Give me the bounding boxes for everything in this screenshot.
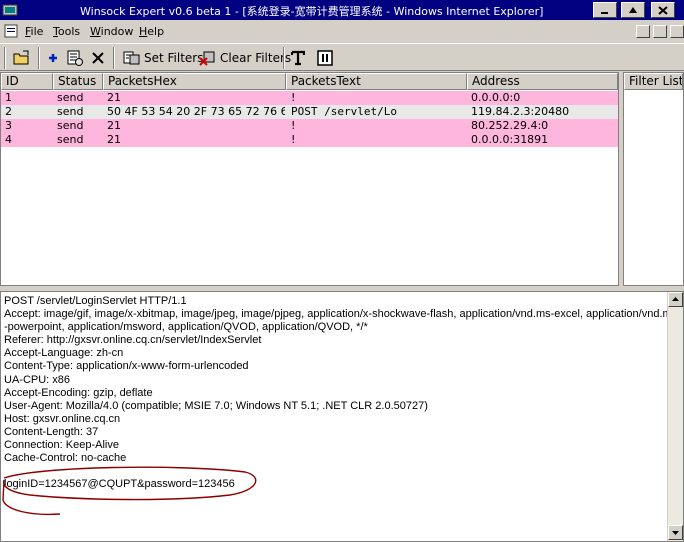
cell-status: send	[57, 133, 84, 146]
menu-help[interactable]: Help	[139, 25, 164, 38]
cell-text: !	[291, 91, 296, 104]
packet-text-line: Cache-Control: no-cache	[4, 452, 127, 465]
window-title: Winsock Expert v0.6 beta 1 - [系统登录-宽带计费管…	[80, 5, 544, 18]
cell-status: send	[57, 91, 84, 104]
cell-hex: 21	[107, 119, 121, 132]
minimize-button[interactable]	[593, 2, 617, 18]
packet-text-line: UA-CPU: x86	[4, 373, 71, 386]
toolbar-grip	[4, 47, 6, 69]
plus-icon	[49, 54, 57, 62]
cell-hex: 50 4F 53 54 20 2F 73 65 72 76 6...	[107, 105, 285, 118]
delete-button[interactable]	[91, 47, 105, 69]
arrow-down-icon	[672, 531, 679, 535]
packet-text-line: Accept-Language: zh-cn	[4, 347, 124, 360]
cell-address: 119.84.2.3:20480	[471, 105, 570, 118]
pause-button[interactable]	[317, 47, 333, 69]
child-minimize-button[interactable]	[636, 25, 650, 38]
set-filters-button[interactable]: Set Filters	[123, 47, 204, 69]
menu-tools[interactable]: Tools	[53, 25, 80, 38]
maximize-button[interactable]	[621, 2, 645, 18]
close-button[interactable]	[651, 2, 675, 18]
toolbar-separator	[38, 47, 40, 69]
packet-text-line	[4, 465, 664, 478]
table-row[interactable]: 1 send 21! 0.0.0.0:0	[1, 91, 618, 105]
open-button[interactable]	[13, 47, 31, 69]
arrow-up-icon	[672, 297, 679, 301]
cell-id: 1	[5, 91, 12, 104]
column-header-filter-list[interactable]: Filter List	[624, 73, 683, 90]
cell-address: 80.252.29.4:0	[471, 119, 549, 132]
cell-address: 0.0.0.0:0	[471, 91, 521, 104]
filter-list-panel[interactable]: Filter List	[623, 72, 684, 286]
column-header-status[interactable]: Status	[53, 73, 103, 90]
cell-hex: 21	[107, 91, 121, 104]
cell-text: !	[291, 119, 296, 132]
set-filters-icon	[123, 51, 140, 65]
packet-text-line: Content-Type: application/x-www-form-url…	[4, 360, 249, 373]
vertical-scrollbar[interactable]	[667, 292, 683, 541]
packet-text-line: loginID=1234567@CQUPT&password=123456	[4, 478, 235, 491]
cell-status: send	[57, 119, 84, 132]
scroll-down-button[interactable]	[668, 525, 683, 540]
packet-text-line: Accept-Encoding: gzip, deflate	[4, 386, 153, 399]
scroll-up-button[interactable]	[668, 292, 683, 307]
packet-text-line: -powerpoint, application/msword, applica…	[4, 321, 368, 334]
menu-window[interactable]: Window	[90, 25, 133, 38]
title-bar[interactable]: Winsock Expert v0.6 beta 1 - [系统登录-宽带计费管…	[0, 0, 684, 20]
clear-filters-label: Clear Filters	[220, 51, 292, 65]
clear-filters-button[interactable]: Clear Filters	[199, 47, 291, 69]
attach-process-button[interactable]	[66, 47, 84, 69]
toolbar-separator	[113, 47, 115, 69]
toolbar-separator	[283, 47, 285, 69]
column-header-address[interactable]: Address	[467, 73, 618, 90]
pause-icon	[317, 50, 333, 66]
add-button[interactable]	[47, 47, 59, 69]
packet-text-line: Host: gxsvr.online.cq.cn	[4, 412, 121, 425]
set-filters-label: Set Filters	[144, 51, 204, 65]
cell-hex: 21	[107, 133, 121, 146]
toolbar: Set Filters Clear Filters	[0, 43, 684, 71]
delete-x-icon	[92, 52, 104, 64]
child-restore-button[interactable]	[653, 25, 667, 38]
table-row[interactable]: 2 send 50 4F 53 54 20 2F 73 65 72 76 6... P…	[1, 105, 618, 119]
process-list-icon	[67, 50, 83, 66]
app-icon	[2, 4, 18, 16]
column-header-id[interactable]: ID	[1, 73, 53, 90]
cell-id: 2	[5, 105, 12, 118]
packet-text-line: Referer: http://gxsvr.online.cq.cn/servl…	[4, 334, 262, 347]
menu-file[interactable]: File	[25, 25, 43, 38]
close-icon	[658, 5, 668, 15]
cell-id: 4	[5, 133, 12, 146]
packet-text-line: POST /servlet/LoginServlet HTTP/1.1	[4, 295, 187, 307]
winsock-expert-window: Winsock Expert v0.6 beta 1 - [系统登录-宽带计费管…	[0, 0, 684, 542]
packet-text-line: Content-Length: 37	[4, 425, 99, 438]
cell-address: 0.0.0.0:31891	[471, 133, 549, 146]
document-icon	[4, 24, 18, 38]
packet-text-view[interactable]: POST /servlet/LoginServlet HTTP/1.1 Accep…	[0, 291, 684, 542]
menu-bar: File Tools Window Help	[0, 21, 684, 42]
child-close-button[interactable]	[670, 25, 684, 38]
minimize-icon	[601, 12, 608, 14]
cell-status: send	[57, 105, 84, 118]
packet-text-line: Connection: Keep-Alive	[4, 439, 119, 452]
maximize-icon	[629, 6, 637, 13]
text-view-button[interactable]	[291, 47, 305, 69]
column-header-packets-hex[interactable]: PacketsHex	[103, 73, 286, 90]
cell-text: POST /servlet/Lo	[291, 105, 397, 118]
table-row[interactable]: 4 send 21! 0.0.0.0:31891	[1, 133, 618, 147]
packet-text-line: Accept: image/gif, image/x-xbitmap, imag…	[4, 308, 678, 321]
cell-id: 3	[5, 119, 12, 132]
table-row[interactable]: 3 send 21! 80.252.29.4:0	[1, 119, 618, 133]
text-t-icon	[291, 50, 305, 66]
clear-filters-icon	[199, 51, 215, 66]
column-header-packets-text[interactable]: PacketsText	[286, 73, 467, 90]
cell-text: !	[291, 133, 296, 146]
open-folder-icon	[13, 50, 29, 65]
packet-list[interactable]: ID Status PacketsHex PacketsText Address…	[0, 72, 619, 286]
packet-text-line: User-Agent: Mozilla/4.0 (compatible; MSI…	[4, 399, 428, 412]
